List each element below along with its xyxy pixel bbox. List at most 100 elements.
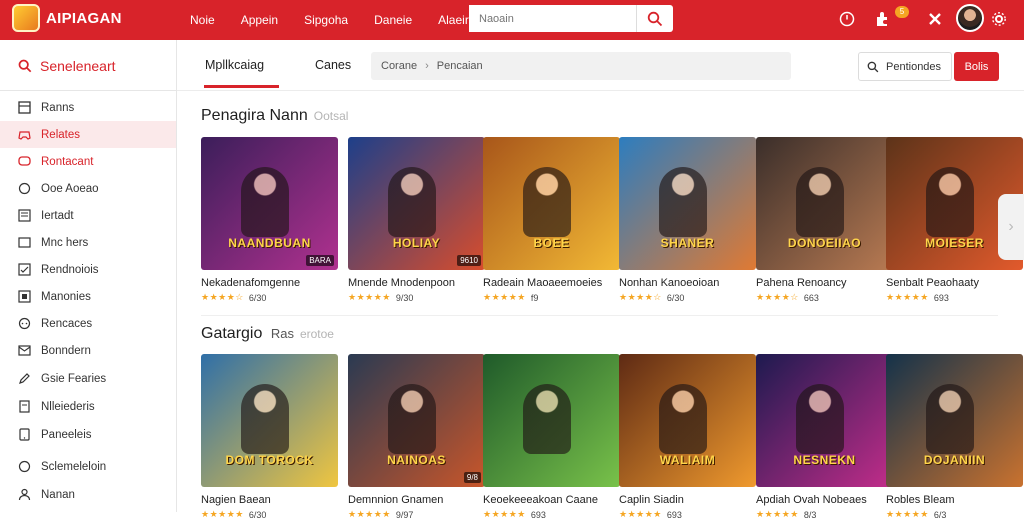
sidebar-item[interactable]: Nlleiederis xyxy=(0,393,176,420)
nav-item-1[interactable]: Noie xyxy=(190,13,215,27)
game-title[interactable]: Radeain Maoaeemoeies xyxy=(483,277,620,289)
globe-icon xyxy=(18,182,31,195)
game-title[interactable]: Keoekeeeakoan Caane xyxy=(483,494,620,506)
sidebar-item-label: Bonndern xyxy=(41,344,91,357)
search-icon xyxy=(18,59,32,73)
character-figure xyxy=(926,167,974,237)
game-title[interactable]: Nekadenafomgenne xyxy=(201,277,338,289)
sidebar-item-label: Iertadt xyxy=(41,209,74,222)
nav-item-2[interactable]: Appein xyxy=(241,13,278,27)
tablet-icon xyxy=(18,428,31,441)
game-card[interactable]: NESNEKN Apdiah Ovah Nobeaes ★★★★★ 8/3 xyxy=(756,354,893,520)
sidebar-item[interactable]: Ranns xyxy=(0,94,176,121)
game-thumbnail[interactable]: NESNEKN xyxy=(756,354,893,487)
nav-item-4[interactable]: Daneie xyxy=(374,13,412,27)
puzzle-icon[interactable] xyxy=(872,8,894,30)
game-thumbnail[interactable]: WALIAIM xyxy=(619,354,756,487)
game-logo-text: NESNEKN xyxy=(793,453,856,467)
game-card[interactable]: WALIAIM Caplin Siadin ★★★★★ 693 xyxy=(619,354,756,520)
game-title[interactable]: Demnnion Gnamen xyxy=(348,494,485,506)
game-thumbnail[interactable]: NAANDBUAN BARA xyxy=(201,137,338,270)
list-icon xyxy=(18,209,31,222)
game-thumbnail[interactable]: DOJANIIN xyxy=(886,354,1023,487)
tab-underline xyxy=(204,85,279,88)
settings-gear-icon[interactable] xyxy=(988,8,1010,30)
game-meta: ★★★★★ 693 xyxy=(619,509,756,520)
filter-search-button[interactable]: Pentiondes xyxy=(858,52,952,81)
clock-icon[interactable] xyxy=(836,8,858,30)
row-divider xyxy=(201,315,998,316)
game-thumbnail[interactable]: DOM TOROCK xyxy=(201,354,338,487)
game-title[interactable]: Robles Bleam xyxy=(886,494,1023,506)
message-icon xyxy=(18,317,31,330)
sidebar-item[interactable]: Nanan xyxy=(0,481,176,508)
sidebar-item[interactable]: Paneeleis xyxy=(0,421,176,448)
sidebar-item[interactable]: Bonndern xyxy=(0,337,176,364)
sidebar-item[interactable]: Relates xyxy=(0,121,176,148)
sidebar-item[interactable]: Gsie Fearies xyxy=(0,365,176,392)
character-figure xyxy=(388,167,436,237)
game-title[interactable]: Caplin Siadin xyxy=(619,494,756,506)
circle-icon xyxy=(18,460,31,473)
section-title-text: Penagira Nann xyxy=(201,107,308,124)
primary-action-button[interactable]: Bolis xyxy=(954,52,999,81)
logo-badge-icon xyxy=(12,4,40,32)
breadcrumb-item-2[interactable]: Pencaian xyxy=(437,60,483,72)
game-title[interactable]: Nonhan Kanoeoioan xyxy=(619,277,756,289)
thumbnail-tag: 9/8 xyxy=(463,472,481,483)
sidebar-item[interactable]: Rencaces xyxy=(0,310,176,337)
app-logo[interactable]: AIPIAGAN xyxy=(12,4,122,32)
game-thumbnail[interactable]: BOEE xyxy=(483,137,620,270)
section-title-1: Penagira Nann Ootsal xyxy=(201,107,348,125)
game-logo-text: DONOEIIAO xyxy=(787,236,862,250)
close-x-icon[interactable] xyxy=(924,8,946,30)
sidebar-item-label: Gsie Fearies xyxy=(41,372,107,385)
game-title[interactable]: Nagien Baean xyxy=(201,494,338,506)
sidebar-item[interactable]: Rendnoiois xyxy=(0,256,176,283)
tab-canes[interactable]: Canes xyxy=(315,58,351,72)
user-avatar[interactable] xyxy=(956,4,984,32)
controller-icon xyxy=(18,128,31,141)
game-card[interactable]: NAINOAS 9/8 Demnnion Gnamen ★★★★★ 9/97 xyxy=(348,354,485,520)
game-card[interactable]: HOLIAY 9610 Mnende Mnodenpoon ★★★★★ 9/30 xyxy=(348,137,485,303)
sidebar-item-label: Nanan xyxy=(41,488,75,501)
game-title[interactable]: Apdiah Ovah Nobeaes xyxy=(756,494,893,506)
game-thumbnail[interactable]: DONOEIIAO xyxy=(756,137,893,270)
game-card[interactable]: DOM TOROCK Nagien Baean ★★★★★ 6/30 xyxy=(201,354,338,520)
game-meta: ★★★★★ 693 xyxy=(483,509,620,520)
game-title[interactable]: Mnende Mnodenpoon xyxy=(348,277,485,289)
game-thumbnail[interactable] xyxy=(483,354,620,487)
tab-active[interactable]: Mpllkcaiag xyxy=(205,58,264,72)
game-meta: ★★★★☆ 6/30 xyxy=(619,292,756,303)
doc-icon xyxy=(18,400,31,413)
game-card[interactable]: NAANDBUAN BARA Nekadenafomgenne ★★★★☆ 6/30 xyxy=(201,137,338,303)
game-card[interactable]: DOJANIIN Robles Bleam ★★★★★ 6/3 xyxy=(886,354,1023,520)
game-card[interactable]: SHANER Nonhan Kanoeoioan ★★★★☆ 6/30 xyxy=(619,137,756,303)
sidebar-item[interactable]: Sclemeleloin xyxy=(0,453,176,480)
section-subtitle: Ootsal xyxy=(313,109,349,123)
game-card[interactable]: Keoekeeeakoan Caane ★★★★★ 693 xyxy=(483,354,620,520)
game-card[interactable]: DONOEIIAO Pahena Renoancy ★★★★☆ 663 xyxy=(756,137,893,303)
sidebar-item[interactable]: Rontacant xyxy=(0,148,176,175)
sidebar-title[interactable]: Seneleneart xyxy=(18,58,116,74)
game-logo-text: NAINOAS xyxy=(387,453,446,467)
sidebar-item[interactable]: Manonies xyxy=(0,283,176,310)
search-input[interactable] xyxy=(469,5,637,32)
sidebar-item[interactable]: Ooe Aoeao xyxy=(0,175,176,202)
character-figure xyxy=(241,167,289,237)
sidebar-item-label: Rendnoiois xyxy=(41,263,99,276)
sidebar-item[interactable]: Mnc hers xyxy=(0,229,176,256)
game-title[interactable]: Pahena Renoancy xyxy=(756,277,893,289)
character-figure xyxy=(523,384,571,454)
rating-count: 693 xyxy=(530,509,546,520)
nav-item-3[interactable]: Sipgoha xyxy=(304,13,348,27)
carousel-next-button[interactable]: › xyxy=(998,194,1024,260)
game-thumbnail[interactable]: NAINOAS 9/8 xyxy=(348,354,485,487)
game-thumbnail[interactable]: HOLIAY 9610 xyxy=(348,137,485,270)
game-title[interactable]: Senbalt Peaohaaty xyxy=(886,277,1023,289)
search-button[interactable] xyxy=(637,5,673,32)
game-card[interactable]: BOEE Radeain Maoaeemoeies ★★★★★ f9 xyxy=(483,137,620,303)
sidebar-item[interactable]: Iertadt xyxy=(0,202,176,229)
game-thumbnail[interactable]: SHANER xyxy=(619,137,756,270)
breadcrumb-item-1[interactable]: Corane xyxy=(381,60,417,72)
